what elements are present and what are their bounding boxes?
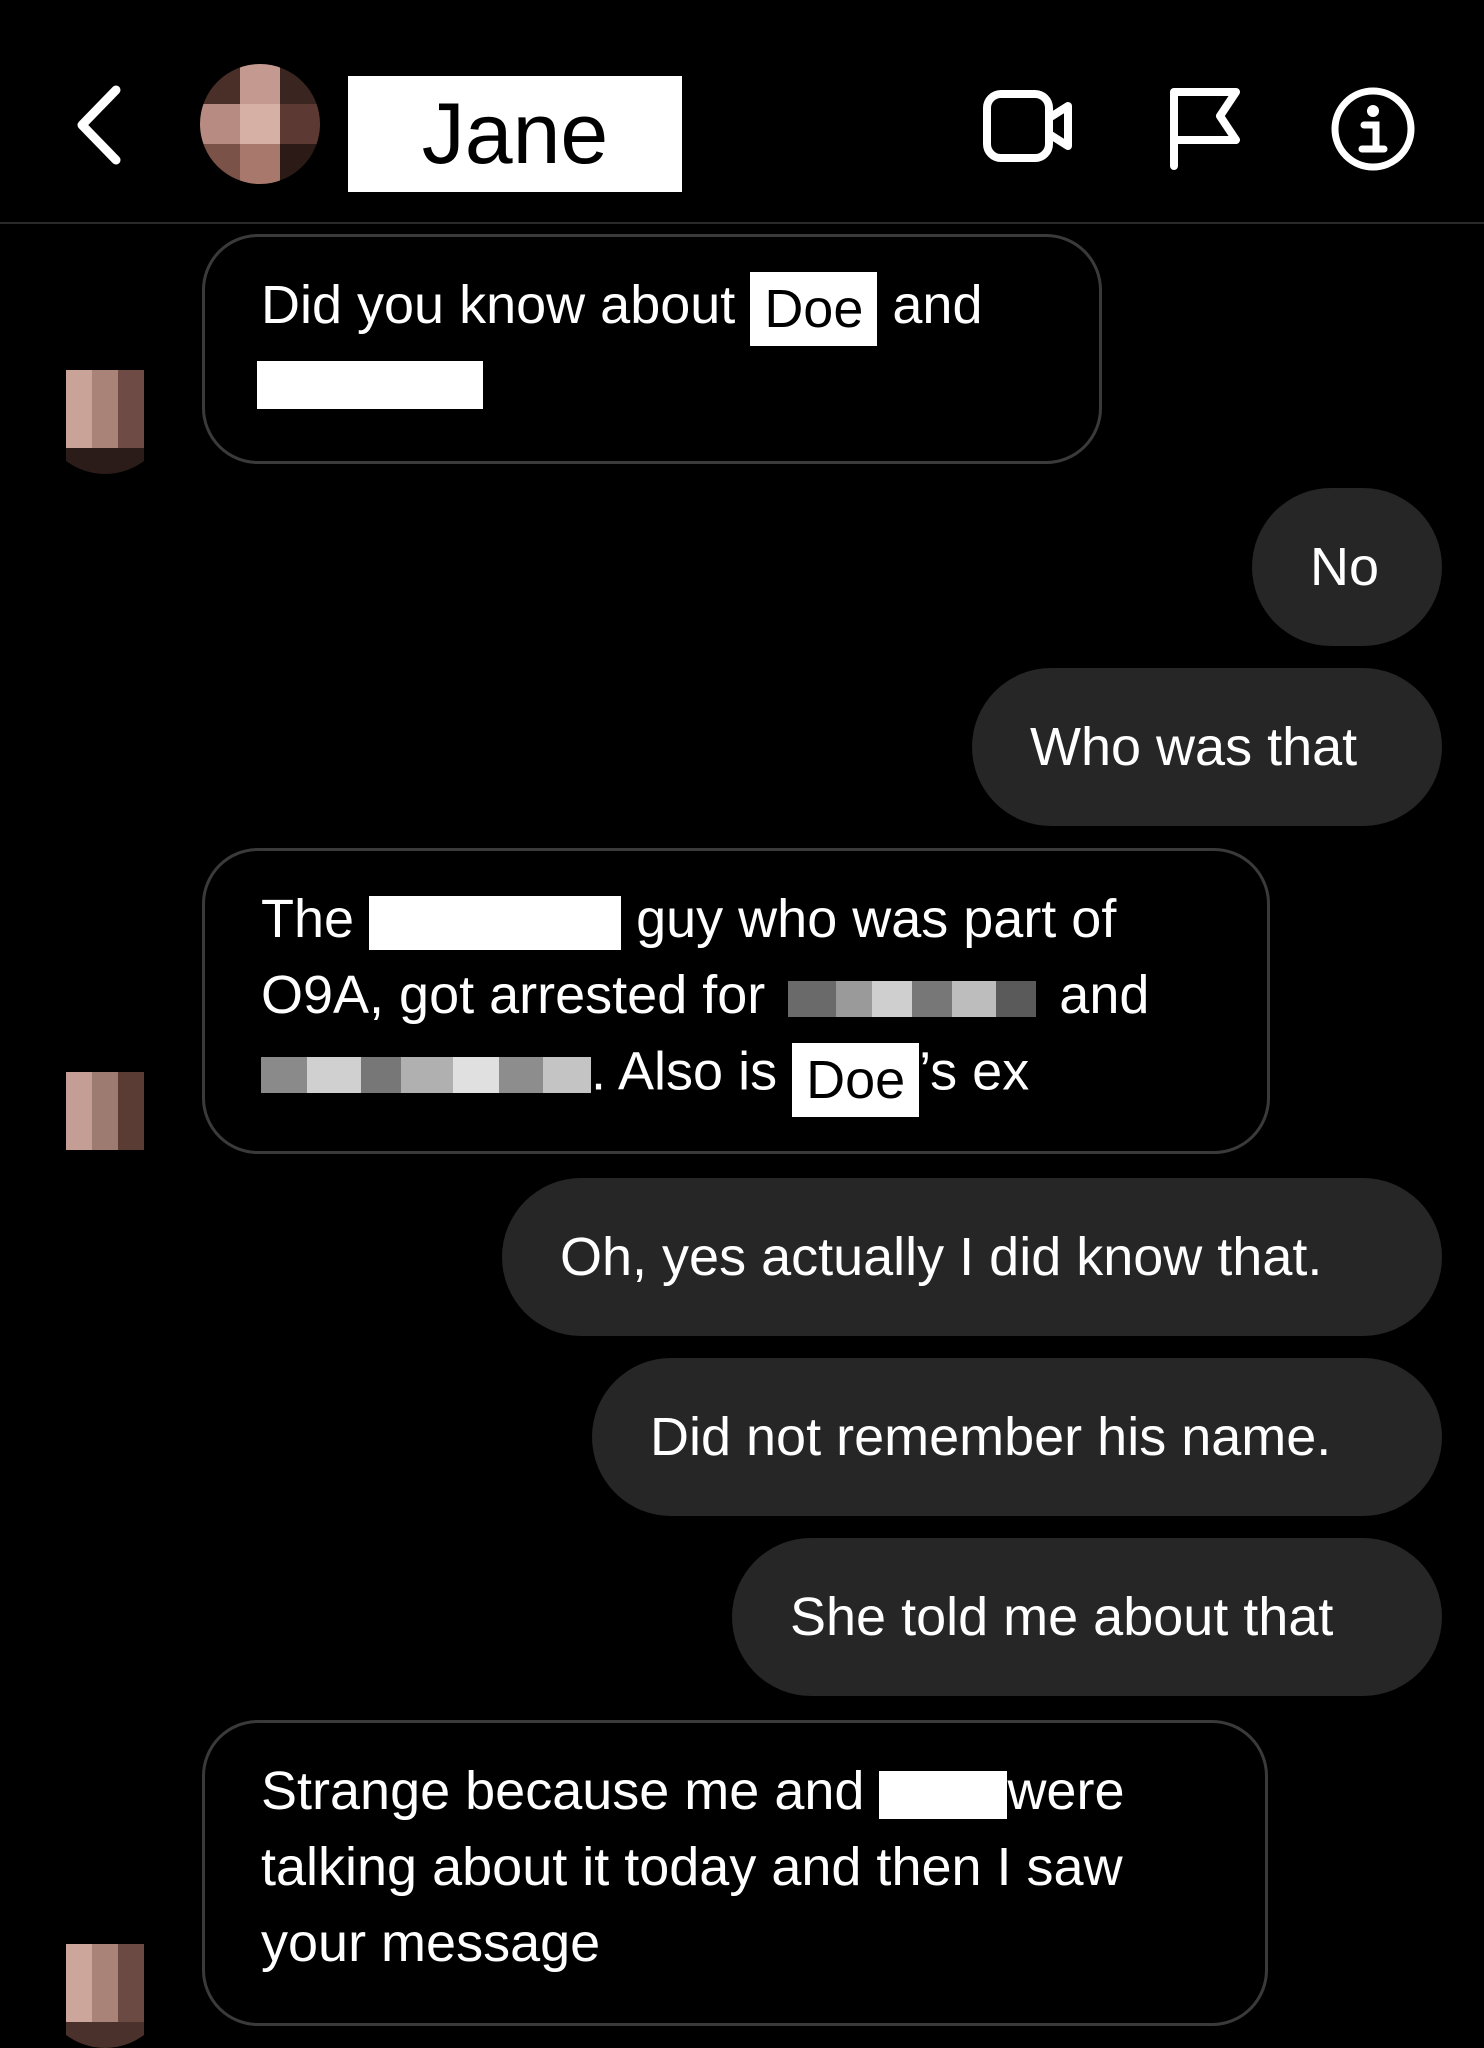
message-line: . Also is Doe’s ex [261,1033,1211,1117]
message-sent[interactable]: Did not remember his name. [592,1358,1442,1516]
contact-avatar-small [40,344,170,474]
message-line: Strange because me and were [261,1761,1125,1821]
contact-avatar[interactable] [200,64,320,184]
message-line: your message [261,1913,601,1973]
info-icon[interactable] [1330,86,1416,172]
message-sent[interactable]: She told me about that [732,1538,1442,1696]
message-sent[interactable]: No [1252,488,1442,646]
message-line: The guy who was part of [261,889,1117,950]
message-line: Did you know about Doe and [261,267,1043,346]
redaction-box [879,1770,1008,1819]
message-line: talking about it today and then I saw [261,1837,1123,1897]
contact-avatar-small [40,1046,170,1176]
contact-name-box[interactable]: Jane [348,76,682,192]
back-chevron-icon[interactable] [70,80,134,170]
message-line: O9A, got arrested for and [261,965,1150,1025]
blurred-text [261,1057,591,1093]
message-sent[interactable]: Oh, yes actually I did know that. [502,1178,1442,1336]
contact-avatar-small [40,1918,170,2048]
message-received[interactable]: Did you know about Doe and [202,234,1102,464]
redaction-box [257,360,483,409]
message-line [257,343,1043,419]
name-label: Doe [792,1043,920,1117]
video-camera-icon[interactable] [982,86,1074,166]
chat-header: Jane [0,0,1484,224]
contact-name: Jane [421,85,609,182]
blurred-text [788,980,1037,1017]
redaction-box [369,895,622,950]
flag-icon[interactable] [1166,84,1242,170]
name-label: Doe [750,271,878,346]
message-sent[interactable]: Who was that [972,668,1442,826]
message-received[interactable]: The guy who was part of O9A, got arreste… [202,848,1270,1154]
message-received[interactable]: Strange because me and were talking abou… [202,1720,1268,2026]
